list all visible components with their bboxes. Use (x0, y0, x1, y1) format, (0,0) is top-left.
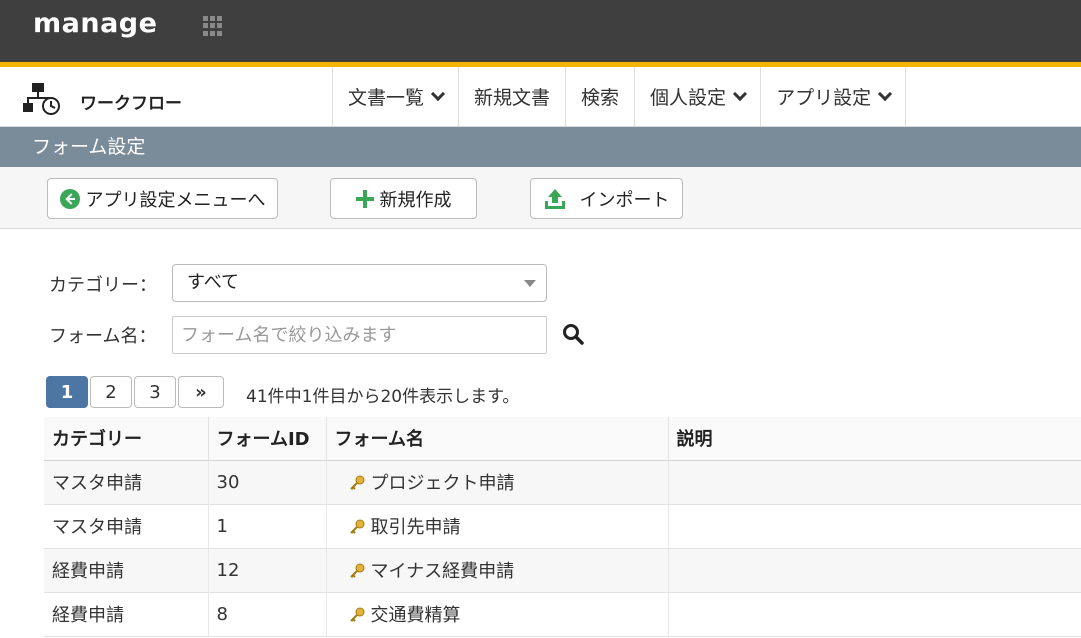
app-grid-icon[interactable] (203, 16, 223, 36)
cell-category: マスタ申請 (44, 460, 208, 505)
next-page-button[interactable]: » (178, 376, 224, 408)
back-to-app-settings-button[interactable]: アプリ設定メニューへ (47, 178, 278, 219)
new-button-label: 新規作成 (379, 189, 452, 211)
workflow-icon (23, 83, 60, 115)
category-select[interactable]: すべて (172, 264, 547, 302)
column-header-category[interactable]: カテゴリー (44, 417, 208, 461)
page-1-button[interactable]: 1 (46, 376, 88, 408)
cell-form-id: 30 (207, 460, 326, 505)
page-2-button[interactable]: 2 (90, 376, 132, 408)
nav-document-list-label: 文書一覧 (348, 87, 425, 109)
brand-logo[interactable]: manage (33, 8, 157, 39)
cell-form-id: 12 (207, 548, 326, 593)
plus-icon (355, 189, 374, 208)
cell-form-id: 8 (207, 592, 326, 637)
table-row[interactable]: 経費申請 8 交通費精算 (44, 592, 1081, 637)
form-name-link[interactable]: プロジェクト申請 (371, 473, 515, 494)
pagination-info: 41件中1件目から20件表示します。 (246, 387, 520, 407)
back-button-label: アプリ設定メニューへ (85, 189, 266, 211)
chevron-down-icon (732, 86, 748, 101)
category-select-value: すべて (187, 272, 240, 293)
search-icon[interactable] (562, 323, 584, 345)
category-label: カテゴリー： (49, 275, 157, 296)
nav-search[interactable]: 検索 (565, 67, 634, 126)
cell-category: マスタ申請 (44, 504, 208, 549)
cell-category: 経費申請 (44, 592, 208, 637)
nav-personal-settings-label: 個人設定 (650, 87, 727, 109)
nav-app-settings-label: アプリ設定 (776, 87, 872, 109)
table-row[interactable]: マスタ申請 30 プロジェクト申請 (44, 460, 1081, 505)
cell-form-name[interactable]: 取引先申請 (325, 504, 668, 549)
form-name-search-input[interactable] (172, 316, 547, 354)
import-button[interactable]: インポート (530, 178, 683, 219)
toolbar: アプリ設定メニューへ 新規作成 インポート (0, 167, 1081, 229)
import-button-label: インポート (579, 189, 670, 211)
form-name-label: フォーム名： (49, 326, 157, 347)
chevron-down-icon (430, 86, 446, 101)
cell-description (667, 548, 1081, 593)
table-row[interactable]: マスタ申請 1 取引先申請 (44, 504, 1081, 549)
upload-icon (544, 188, 565, 209)
column-header-form-id[interactable]: フォームID (207, 417, 326, 461)
cell-description (667, 460, 1081, 505)
cell-description (667, 504, 1081, 549)
arrow-left-circle-icon (59, 188, 80, 209)
chevron-down-icon (878, 86, 893, 101)
new-form-button[interactable]: 新規作成 (330, 178, 477, 219)
pagination: 1 2 3 » (46, 376, 226, 408)
app-title: ワークフロー (80, 94, 182, 114)
nav-personal-settings[interactable]: 個人設定 (634, 67, 760, 126)
form-name-link[interactable]: マイナス経費申請 (371, 561, 515, 582)
key-icon (349, 607, 364, 622)
key-icon (349, 519, 364, 534)
nav-app-settings[interactable]: アプリ設定 (760, 67, 907, 126)
cell-description (667, 592, 1081, 637)
main-nav: 文書一覧 新規文書 検索 個人設定 アプリ設定 (332, 67, 907, 126)
cell-form-name[interactable]: 交通費精算 (325, 592, 668, 637)
form-table: カテゴリー フォームID フォーム名 説明 マスタ申請 30 プロジェクト申請 … (44, 417, 1081, 637)
nav-new-document[interactable]: 新規文書 (458, 67, 565, 126)
app-header: ワークフロー 文書一覧 新規文書 検索 個人設定 アプリ設定 (0, 67, 1081, 127)
column-header-description[interactable]: 説明 (667, 417, 1081, 461)
cell-category: 経費申請 (44, 548, 208, 593)
page-3-button[interactable]: 3 (134, 376, 176, 408)
nav-new-document-label: 新規文書 (474, 87, 551, 109)
top-bar: manage (0, 0, 1081, 62)
nav-document-list[interactable]: 文書一覧 (332, 67, 458, 126)
section-title: フォーム設定 (0, 127, 1081, 167)
cell-form-id: 1 (207, 504, 326, 549)
form-name-link[interactable]: 交通費精算 (371, 605, 461, 626)
form-name-link[interactable]: 取引先申請 (371, 517, 461, 538)
caret-down-icon (524, 280, 536, 287)
cell-form-name[interactable]: マイナス経費申請 (325, 548, 668, 593)
key-icon (349, 563, 364, 578)
table-header-row: カテゴリー フォームID フォーム名 説明 (44, 417, 1081, 461)
key-icon (349, 475, 364, 490)
cell-form-name[interactable]: プロジェクト申請 (325, 460, 668, 505)
nav-search-label: 検索 (581, 87, 620, 109)
column-header-form-name[interactable]: フォーム名 (325, 417, 668, 461)
table-row[interactable]: 経費申請 12 マイナス経費申請 (44, 548, 1081, 593)
